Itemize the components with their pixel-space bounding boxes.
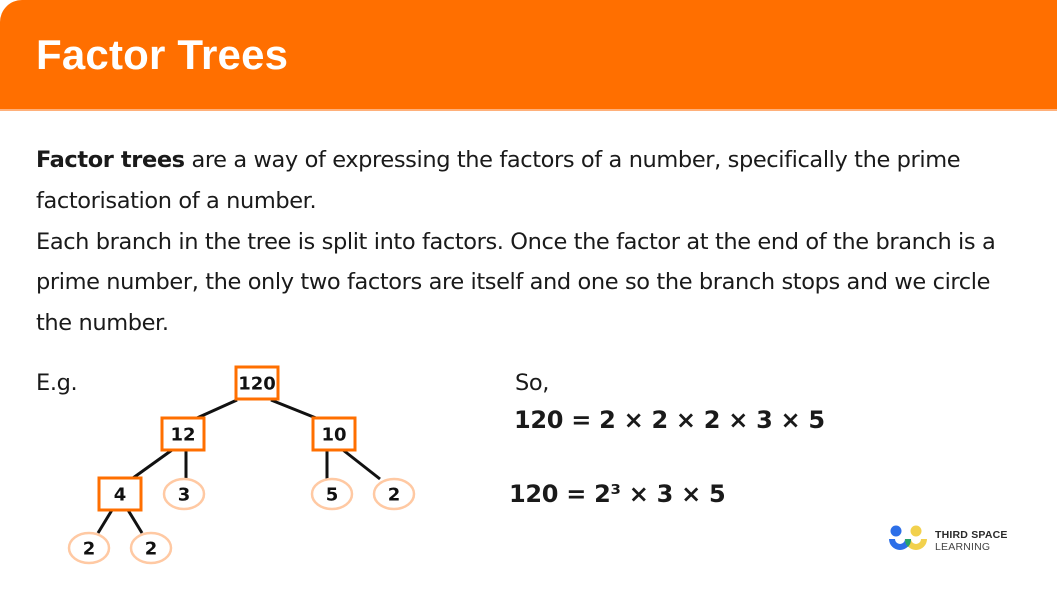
- prime-factor-node: 3: [162, 477, 206, 511]
- tree-branch: [196, 398, 238, 420]
- prime-factor-node: 2: [67, 531, 111, 565]
- tree-branch: [342, 448, 381, 481]
- composite-factor-node: 10: [311, 416, 357, 452]
- prime-factor-node: 2: [129, 531, 173, 565]
- prime-factor-node: 2: [372, 477, 416, 511]
- node-value: 10: [321, 425, 346, 446]
- brand-name: THIRD SPACE LEARNING: [935, 529, 1008, 553]
- node-value: 5: [326, 485, 339, 506]
- tree-branch: [96, 509, 114, 534]
- result-lead: So,: [515, 370, 550, 396]
- node-value: 4: [114, 485, 127, 506]
- node-value: 120: [238, 374, 276, 395]
- equation-index-form: 120 = 2³ × 3 × 5: [509, 480, 726, 508]
- tree-branch: [126, 509, 144, 534]
- node-value: 3: [178, 485, 191, 506]
- tree-branch: [132, 448, 173, 480]
- brand-line-2: LEARNING: [935, 541, 991, 553]
- prime-factor-node: 5: [310, 477, 354, 511]
- tree-branch: [270, 398, 317, 420]
- composite-factor-node: 12: [160, 416, 206, 452]
- composite-factor-node: 4: [97, 476, 143, 512]
- node-value: 2: [388, 485, 401, 506]
- node-value: 2: [83, 539, 96, 560]
- brand-logo: THIRD SPACE LEARNING: [888, 524, 1028, 556]
- composite-factor-node: 120: [234, 365, 280, 401]
- brand-line-1: THIRD SPACE: [935, 529, 1008, 541]
- factor-tree-diagram: 120 12 10 4 3 5 2 2 2: [67, 365, 416, 565]
- node-value: 2: [145, 539, 158, 560]
- node-value: 12: [170, 425, 195, 446]
- logo-mark-icon: [889, 525, 927, 550]
- equation-expanded: 120 = 2 × 2 × 2 × 3 × 5: [514, 406, 825, 434]
